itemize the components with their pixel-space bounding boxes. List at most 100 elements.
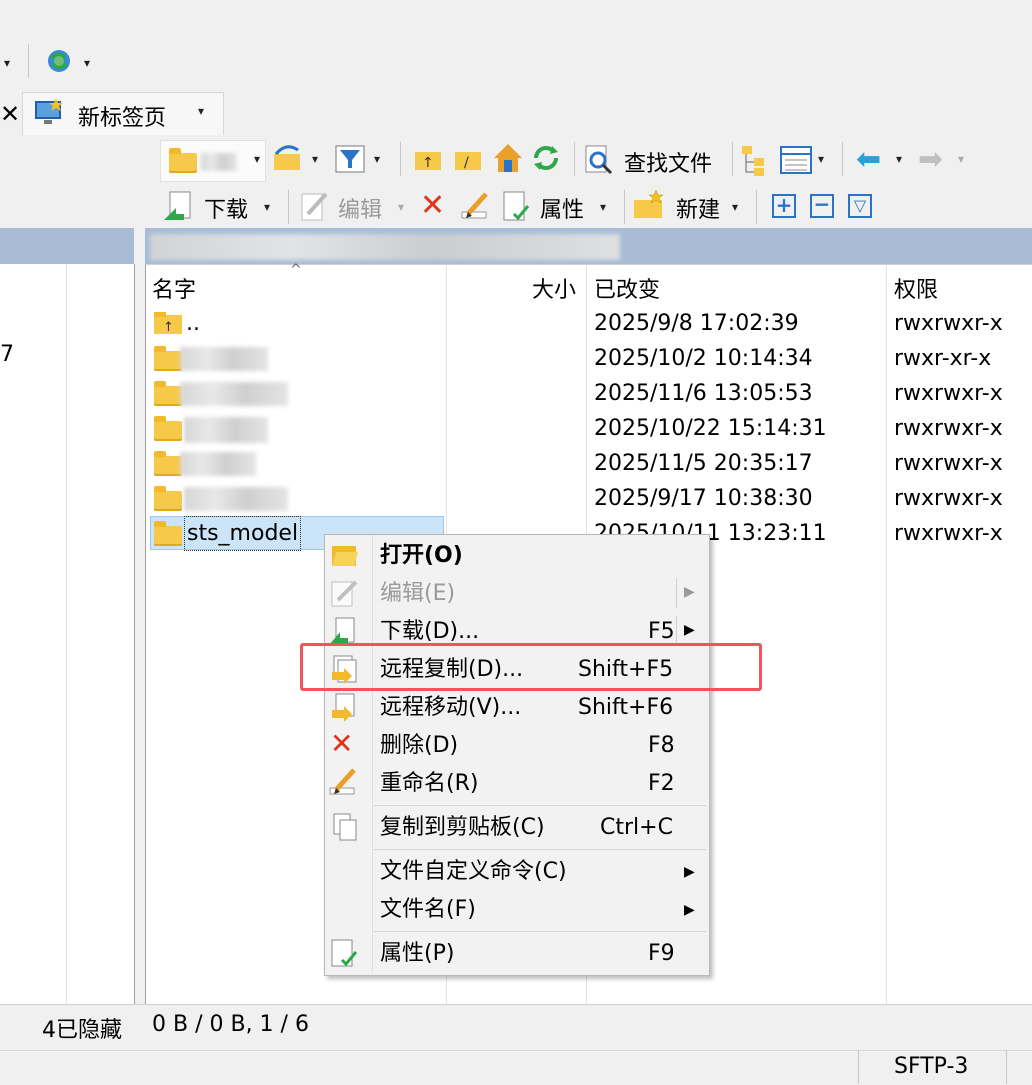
view-list-icon[interactable] xyxy=(780,146,812,174)
folder-icon xyxy=(154,451,182,476)
rename-icon xyxy=(328,766,360,798)
rename-icon[interactable] xyxy=(460,190,492,222)
folder-icon xyxy=(154,346,182,371)
dropdown-arrow-icon[interactable]: ▾ xyxy=(818,152,824,166)
open-folder-icon[interactable] xyxy=(272,144,304,174)
tab-dropdown-arrow-icon[interactable]: ▾ xyxy=(198,104,204,118)
menu-item-delete[interactable]: 删除(D) xyxy=(380,727,458,765)
blurred-file-name xyxy=(180,347,268,371)
shortcut-label: Shift+F6 xyxy=(578,695,674,720)
select-minus-icon[interactable]: − xyxy=(810,194,834,218)
select-plus-icon[interactable]: + xyxy=(772,194,796,218)
edit-icon[interactable] xyxy=(300,190,330,222)
dropdown-arrow-icon[interactable]: ▾ xyxy=(732,200,738,214)
submenu-arrow-icon[interactable]: ▶ xyxy=(684,864,695,880)
forward-arrow-icon[interactable]: ➡ xyxy=(918,142,943,177)
folder-icon xyxy=(154,381,182,406)
left-panel-fragment: 7 xyxy=(0,342,14,367)
find-files-button[interactable]: 查找文件 xyxy=(624,146,712,178)
filter-select-icon[interactable]: ▽ xyxy=(848,194,872,218)
dropdown-arrow-icon[interactable]: ▾ xyxy=(958,152,964,166)
file-changed: 2025/10/22 15:14:31 xyxy=(594,416,827,441)
parent-dir-icon[interactable]: ↑ xyxy=(414,146,442,172)
properties-icon[interactable] xyxy=(500,190,532,224)
menu-item-copy-clipboard[interactable]: 复制到剪贴板(C) xyxy=(380,809,545,847)
column-header-name[interactable]: 名字 xyxy=(152,272,196,304)
left-panel xyxy=(0,264,135,1004)
new-button[interactable]: 新建 xyxy=(676,192,720,224)
menu-item-rename[interactable]: 重命名(R) xyxy=(380,765,478,803)
table-row[interactable]: 2025/11/6 13:05:53 rwxrwxr-x xyxy=(152,376,1032,411)
table-row[interactable]: 2025/10/22 15:14:31 rwxrwxr-x xyxy=(152,411,1032,446)
highlight-box xyxy=(300,643,762,691)
download-button[interactable]: 下载 xyxy=(204,192,248,224)
sync-globe-icon[interactable] xyxy=(42,44,76,78)
submenu-arrow-icon[interactable]: ▶ xyxy=(684,622,695,638)
status-hidden-count: 4已隐藏 xyxy=(42,1018,122,1043)
table-row[interactable]: ↑ .. 2025/9/8 17:02:39 rwxrwxr-x xyxy=(152,306,1032,341)
download-icon[interactable] xyxy=(162,190,196,224)
home-icon[interactable] xyxy=(492,142,524,174)
dropdown-arrow-icon[interactable]: ▾ xyxy=(374,152,380,166)
menu-separator xyxy=(374,805,706,806)
file-changed: 2025/9/8 17:02:39 xyxy=(594,311,799,336)
table-row[interactable]: 2025/10/2 10:14:34 rwxr-xr-x xyxy=(152,341,1032,376)
dropdown-arrow-icon[interactable]: ▾ xyxy=(398,200,404,214)
sort-ascending-icon: ^ xyxy=(290,262,302,278)
column-header-changed[interactable]: 已改变 xyxy=(594,272,660,304)
dropdown-arrow-icon[interactable]: ▾ xyxy=(896,152,902,166)
menu-item-remote-move[interactable]: 远程移动(V)... xyxy=(380,689,521,727)
remote-drive-selector[interactable] xyxy=(160,140,266,182)
toolbar-separator xyxy=(574,142,575,176)
blurred-file-name xyxy=(184,487,288,511)
dropdown-arrow-icon[interactable]: ▾ xyxy=(264,200,270,214)
dropdown-arrow-icon[interactable]: ▾ xyxy=(312,152,318,166)
file-changed: 2025/9/17 10:38:30 xyxy=(594,486,813,511)
shortcut-label: F2 xyxy=(648,771,675,796)
menu-item-custom-commands[interactable]: 文件自定义命令(C) xyxy=(380,853,567,891)
dropdown-arrow-icon[interactable]: ▾ xyxy=(254,152,260,166)
column-header-permissions[interactable]: 权限 xyxy=(894,272,938,304)
back-arrow-icon[interactable]: ⬅ xyxy=(856,142,881,177)
filter-icon[interactable] xyxy=(334,144,366,174)
folder-icon xyxy=(154,416,182,441)
column-header-size[interactable]: 大小 xyxy=(532,272,576,304)
blurred-file-name xyxy=(180,452,256,476)
tree-icon[interactable] xyxy=(740,144,772,176)
tab-label[interactable]: 新标签页 xyxy=(78,100,166,132)
file-permissions: rwxrwxr-x xyxy=(894,381,1003,406)
new-folder-icon[interactable] xyxy=(632,188,666,222)
clipboard-copy-icon xyxy=(330,812,360,842)
shortcut-label: F9 xyxy=(648,941,675,966)
dropdown-arrow-icon[interactable]: ▾ xyxy=(600,200,606,214)
delete-icon[interactable]: ✕ xyxy=(420,188,445,223)
dropdown-arrow-icon[interactable]: ▾ xyxy=(84,56,90,70)
submenu-arrow-icon[interactable]: ▶ xyxy=(684,584,695,600)
toolbar-separator xyxy=(400,142,401,176)
table-row[interactable]: 2025/9/17 10:38:30 rwxrwxr-x xyxy=(152,481,1032,516)
menu-item-edit[interactable]: 编辑(E) xyxy=(380,575,455,613)
submenu-arrow-icon[interactable]: ▶ xyxy=(684,902,695,918)
remote-move-icon xyxy=(328,692,360,724)
refresh-icon[interactable] xyxy=(530,142,562,174)
status-divider xyxy=(858,1050,859,1084)
dropdown-arrow-icon[interactable]: ▾ xyxy=(4,56,10,70)
properties-icon xyxy=(330,938,360,970)
file-permissions: rwxrwxr-x xyxy=(894,416,1003,441)
folder-icon xyxy=(154,521,182,546)
properties-button[interactable]: 属性 xyxy=(540,192,584,224)
folder-icon xyxy=(154,486,182,511)
edit-button[interactable]: 编辑 xyxy=(338,192,382,224)
menu-item-open[interactable]: 打开(O) xyxy=(380,537,463,575)
table-row[interactable]: 2025/11/5 20:35:17 rwxrwxr-x xyxy=(152,446,1032,481)
menu-item-properties[interactable]: 属性(P) xyxy=(380,935,454,973)
menu-item-file-names[interactable]: 文件名(F) xyxy=(380,891,476,929)
file-name: .. xyxy=(186,311,200,336)
root-dir-icon[interactable]: / xyxy=(454,146,482,172)
svg-text:/: / xyxy=(464,155,469,171)
file-permissions: rwxrwxr-x xyxy=(894,311,1003,336)
status-protocol: SFTP-3 xyxy=(894,1054,969,1079)
find-files-icon[interactable] xyxy=(584,144,614,176)
close-icon[interactable]: ✕ xyxy=(0,100,20,128)
monitor-icon xyxy=(34,98,64,126)
